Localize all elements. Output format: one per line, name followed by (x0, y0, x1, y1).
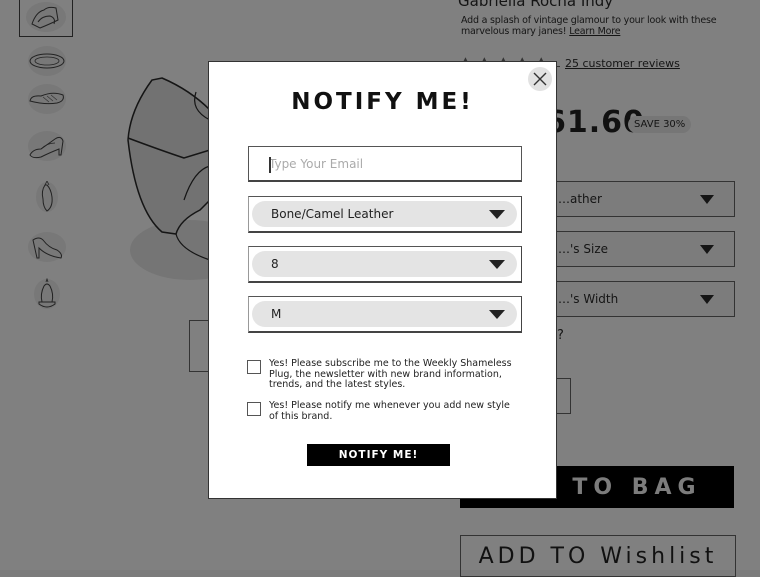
chevron-down-icon (489, 309, 505, 319)
email-input[interactable] (249, 155, 521, 172)
width-dropdown[interactable]: M (248, 296, 522, 333)
submit-label: NOTIFY ME! (338, 449, 419, 461)
modal-title: NOTIFY ME! (291, 89, 474, 115)
newsletter-option: Yes! Please subscribe me to the Weekly S… (247, 358, 517, 391)
color-dropdown[interactable]: Bone/Camel Leather (248, 196, 522, 233)
chevron-down-icon (489, 259, 505, 269)
notify-me-submit-button[interactable]: NOTIFY ME! (307, 444, 450, 466)
close-icon (533, 72, 547, 86)
notify-option: Yes! Please notify me whenever you add n… (247, 400, 517, 422)
newsletter-label: Yes! Please subscribe me to the Weekly S… (269, 358, 512, 390)
close-button[interactable] (528, 67, 552, 91)
notify-checkbox[interactable] (247, 402, 261, 416)
notify-label: Yes! Please notify me whenever you add n… (269, 400, 510, 422)
email-field[interactable] (248, 146, 522, 182)
text-caret (269, 157, 271, 173)
newsletter-checkbox[interactable] (247, 360, 261, 374)
color-dropdown-value: Bone/Camel Leather (271, 207, 394, 221)
size-dropdown-value: 8 (271, 257, 279, 271)
width-dropdown-value: M (271, 307, 282, 321)
size-dropdown[interactable]: 8 (248, 246, 522, 283)
chevron-down-icon (489, 209, 505, 219)
notify-me-modal: NOTIFY ME! Bone/Camel Leather 8 M Yes! P… (208, 61, 557, 499)
